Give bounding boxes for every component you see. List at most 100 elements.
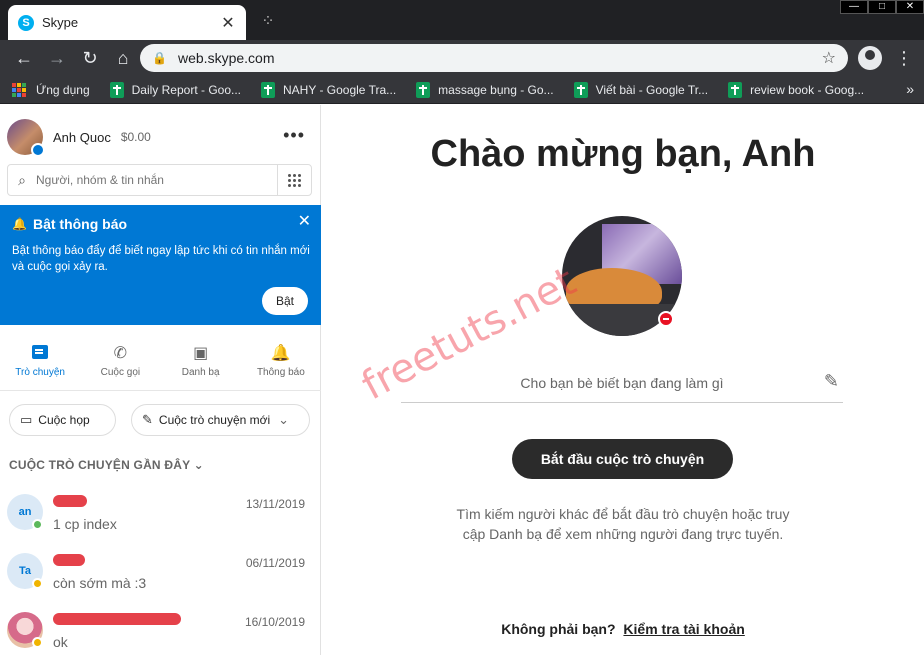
dialpad-button[interactable] bbox=[277, 165, 311, 195]
search-box[interactable]: ⌕ bbox=[7, 164, 312, 196]
last-message: còn sớm mà :3 bbox=[53, 575, 147, 591]
tab-label: Cuộc gọi bbox=[100, 367, 141, 378]
bookmarks-bar: Ứng dụng Daily Report - Goo... NAHY - Go… bbox=[0, 76, 924, 104]
list-item[interactable]: Ta còn sớm mà :3 06/11/2019 bbox=[0, 546, 321, 604]
minimize-window-icon[interactable]: — bbox=[840, 0, 868, 14]
bell-icon: 🔔 bbox=[270, 345, 291, 362]
page-title: Chào mừng bạn, Anh bbox=[430, 133, 816, 175]
skype-favicon-icon: S bbox=[18, 14, 34, 31]
home-icon[interactable]: ⌂ bbox=[107, 44, 139, 72]
not-you-text: Không phải bạn? bbox=[501, 621, 616, 637]
away-dot-icon bbox=[32, 637, 43, 648]
apps-grid-icon bbox=[12, 82, 26, 97]
chevron-down-icon[interactable]: ⌄ bbox=[278, 412, 289, 428]
recent-chats-header[interactable]: CUỘC TRÒ CHUYỆN GẦN ĐÂY ⌄ bbox=[9, 458, 204, 472]
last-message: 1 cp index bbox=[53, 516, 117, 532]
bookmark-label: Ứng dụng bbox=[36, 82, 90, 97]
chat-date: 16/10/2019 bbox=[244, 615, 305, 629]
search-input[interactable] bbox=[36, 173, 272, 187]
profile-row: Anh Quoc $0.00 ••• bbox=[7, 117, 313, 157]
bell-icon: 🔔 bbox=[12, 217, 27, 231]
pencil-icon[interactable]: ✎ bbox=[824, 371, 839, 392]
mood-message-field[interactable]: Cho bạn bè biết bạn đang làm gì ✎ bbox=[401, 367, 843, 403]
tab-chats[interactable]: Trò chuyện bbox=[0, 333, 80, 390]
lock-icon[interactable]: 🔒 bbox=[152, 51, 168, 65]
bookmark-massage[interactable]: massage bụng - Go... bbox=[416, 81, 554, 98]
away-dot-icon bbox=[32, 578, 43, 589]
check-account-link[interactable]: Kiểm tra tài khoản bbox=[623, 621, 744, 637]
browser-tab-strip: S Skype ✕ ⁘ — □ ✕ bbox=[0, 0, 924, 40]
url-text[interactable]: web.skype.com bbox=[178, 50, 822, 66]
enable-notifications-button[interactable]: Bật bbox=[262, 287, 308, 315]
chat-date: 06/11/2019 bbox=[245, 556, 305, 570]
new-chat-button[interactable]: ✎ Cuộc trò chuyện mới ⌄ bbox=[131, 404, 310, 436]
maximize-window-icon[interactable]: □ bbox=[868, 0, 896, 14]
sidebar-tabs: Trò chuyện ✆ Cuộc gọi ▣ Danh bạ 🔔 Thông … bbox=[0, 333, 321, 391]
window-controls: — □ ✕ bbox=[840, 0, 924, 14]
notification-title: Bật thông báo bbox=[32, 216, 128, 232]
profile-name[interactable]: Anh Quoc bbox=[53, 130, 111, 145]
hint-text: Tìm kiếm người khác để bắt đầu trò chuyệ… bbox=[456, 506, 790, 542]
not-you-row: Không phải bạn? Kiểm tra tài khoản bbox=[322, 621, 924, 637]
bookmarks-overflow-icon[interactable]: » bbox=[906, 81, 914, 97]
bookmark-daily-report[interactable]: Daily Report - Goo... bbox=[109, 81, 241, 98]
tab-label: Thông báo bbox=[256, 367, 305, 378]
close-window-icon[interactable]: ✕ bbox=[896, 0, 924, 14]
meet-now-button[interactable]: ▭ Cuộc họp bbox=[9, 404, 116, 436]
loading-spinner-icon: ⁘ bbox=[261, 13, 275, 30]
reload-icon[interactable]: ↻ bbox=[74, 44, 106, 72]
tab-notifications[interactable]: 🔔 Thông báo bbox=[241, 333, 321, 390]
google-sheets-icon bbox=[261, 81, 275, 98]
google-sheets-icon bbox=[109, 81, 124, 98]
compose-icon: ✎ bbox=[142, 412, 153, 427]
chat-date: 13/11/2019 bbox=[245, 497, 305, 511]
close-tab-icon[interactable]: ✕ bbox=[220, 13, 236, 33]
phone-icon: ✆ bbox=[113, 345, 128, 362]
avatar[interactable] bbox=[7, 119, 45, 157]
more-options-icon[interactable]: ••• bbox=[283, 125, 305, 146]
chat-icon bbox=[32, 345, 49, 359]
start-conversation-button[interactable]: Bắt đầu cuộc trò chuyện bbox=[512, 439, 733, 479]
do-not-disturb-status-icon[interactable] bbox=[658, 311, 674, 327]
bookmark-apps[interactable]: Ứng dụng bbox=[12, 82, 90, 97]
list-item[interactable]: an 1 cp index 13/11/2019 bbox=[0, 487, 321, 545]
back-arrow-icon[interactable]: ← bbox=[8, 44, 40, 72]
bookmark-label: massage bụng - Go... bbox=[438, 82, 554, 97]
tab-title: Skype bbox=[42, 15, 79, 30]
notification-banner: 🔔 Bật thông báo ✕ Bật thông báo đẩy để b… bbox=[0, 205, 321, 325]
bookmark-label: Daily Report - Goo... bbox=[131, 82, 241, 97]
bookmark-review-book[interactable]: review book - Goog... bbox=[728, 81, 865, 98]
redacted-contact-name bbox=[53, 554, 85, 566]
tab-label: Trò chuyện bbox=[15, 367, 65, 378]
mood-placeholder: Cho bạn bè biết bạn đang làm gì bbox=[520, 375, 724, 391]
search-icon: ⌕ bbox=[18, 171, 26, 188]
bookmark-viet-bai[interactable]: Viết bài - Google Tr... bbox=[573, 81, 709, 98]
list-item[interactable]: ok 16/10/2019 bbox=[0, 605, 321, 655]
dialpad-icon bbox=[288, 173, 301, 187]
chrome-profile-icon[interactable] bbox=[858, 46, 882, 70]
browser-tab-skype[interactable]: S Skype ✕ bbox=[8, 5, 246, 40]
browser-toolbar: ← → ↻ ⌂ 🔒 web.skype.com ☆ ⋮ bbox=[0, 40, 924, 76]
bookmark-nahy[interactable]: NAHY - Google Tra... bbox=[261, 81, 396, 98]
skype-credit[interactable]: $0.00 bbox=[121, 130, 151, 144]
tab-calls[interactable]: ✆ Cuộc gọi bbox=[80, 333, 160, 390]
video-camera-icon: ▭ bbox=[20, 412, 33, 427]
forward-arrow-icon[interactable]: → bbox=[41, 44, 73, 72]
contacts-icon: ▣ bbox=[193, 345, 209, 362]
bookmark-label: review book - Goog... bbox=[750, 82, 865, 97]
google-sheets-icon bbox=[416, 81, 431, 98]
last-message: ok bbox=[53, 634, 68, 650]
tab-contacts[interactable]: ▣ Danh bạ bbox=[161, 333, 241, 390]
redacted-contact-name bbox=[53, 613, 181, 625]
address-bar[interactable]: 🔒 web.skype.com ☆ bbox=[140, 44, 848, 72]
welcome-pane: Chào mừng bạn, Anh freetuts.net Cho bạn … bbox=[322, 105, 924, 655]
chrome-menu-icon[interactable]: ⋮ bbox=[894, 46, 914, 70]
presence-badge-icon bbox=[31, 143, 45, 157]
tab-label: Danh bạ bbox=[181, 367, 220, 378]
bookmark-star-icon[interactable]: ☆ bbox=[822, 48, 836, 68]
close-icon[interactable]: ✕ bbox=[298, 211, 311, 231]
skype-sidebar: Anh Quoc $0.00 ••• ⌕ 🔔 Bật thông báo ✕ B… bbox=[0, 105, 321, 655]
chevron-down-icon: ⌄ bbox=[193, 458, 204, 472]
google-sheets-icon bbox=[728, 81, 743, 98]
bookmark-label: Viết bài - Google Tr... bbox=[595, 82, 709, 97]
